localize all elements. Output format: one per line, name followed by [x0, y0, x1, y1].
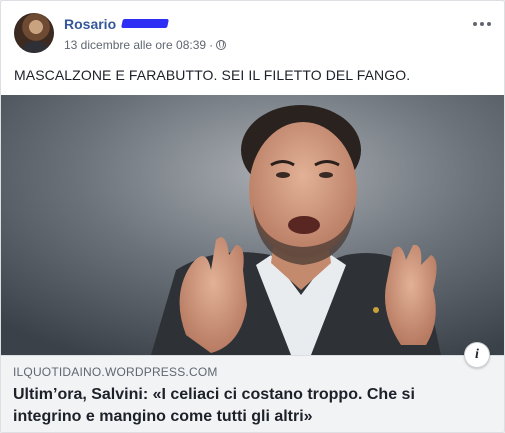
info-button[interactable]: i — [464, 342, 490, 368]
globe-icon[interactable] — [216, 40, 227, 50]
meta-separator: · — [209, 38, 214, 52]
link-preview[interactable]: i ILQUOTIDAINO.WORDPRESS.COM Ultim’ora, … — [1, 95, 504, 432]
more-horizontal-icon — [473, 22, 477, 26]
author-name-link[interactable]: Rosario — [64, 16, 116, 32]
more-dot — [487, 22, 491, 26]
link-preview-image[interactable] — [1, 95, 504, 355]
link-title[interactable]: Ultim’ora, Salvini: «I celiaci ci costan… — [13, 384, 483, 428]
more-dot — [480, 22, 484, 26]
post-card: Rosario 13 dicembre alle ore 08:39 · MASC… — [0, 0, 505, 433]
link-caption[interactable]: ILQUOTIDAINO.WORDPRESS.COM Ultim’ora, Sa… — [1, 355, 504, 432]
redaction-mark — [121, 18, 170, 28]
post-timestamp[interactable]: 13 dicembre alle ore 08:39 — [64, 38, 206, 52]
link-domain: ILQUOTIDAINO.WORDPRESS.COM — [13, 365, 218, 379]
more-options-button[interactable] — [470, 15, 494, 33]
post-meta: 13 dicembre alle ore 08:39 · — [64, 38, 227, 52]
portrait-photo — [1, 95, 504, 355]
post-text: MASCALZONE E FARABUTTO. SEI IL FILETTO D… — [14, 67, 411, 83]
author-line: Rosario — [64, 16, 170, 34]
avatar-figure — [22, 41, 48, 53]
author-avatar[interactable] — [14, 13, 54, 53]
post-header: Rosario 13 dicembre alle ore 08:39 · — [14, 13, 494, 57]
